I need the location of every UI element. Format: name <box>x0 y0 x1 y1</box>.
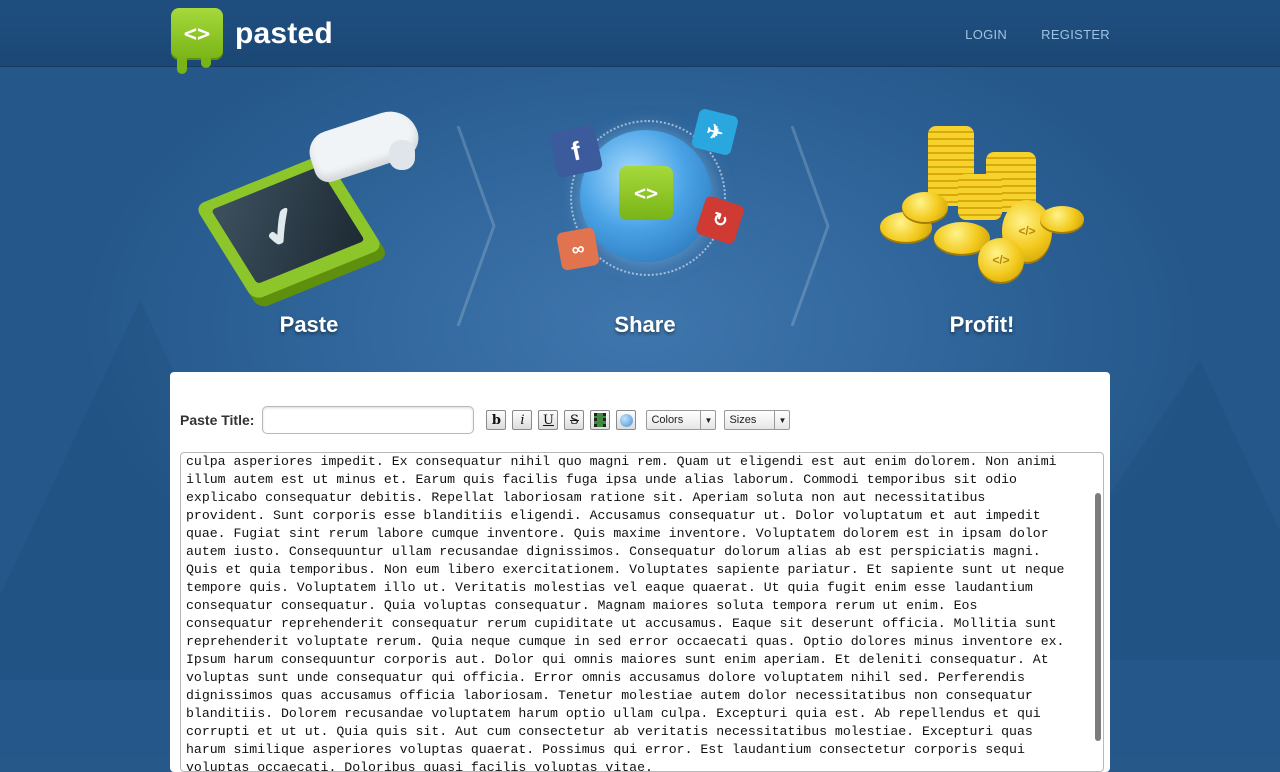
paste-body-textarea[interactable]: culpa asperiores impedit. Ex consequatur… <box>180 452 1104 772</box>
step-paste: ✓ Paste <box>189 100 429 338</box>
step-label-share: Share <box>614 312 676 337</box>
register-link[interactable]: REGISTER <box>1041 27 1110 42</box>
coin-icon <box>1040 206 1084 232</box>
strikethrough-button[interactable]: S <box>564 410 585 430</box>
underline-button[interactable]: U <box>538 410 559 430</box>
step-profit: </> </> Profit! <box>862 100 1102 338</box>
brand-name: pasted <box>235 17 333 50</box>
paste-title-label: Paste Title: <box>180 412 255 428</box>
logo-drip <box>177 58 187 74</box>
profit-illustration: </> </> <box>862 100 1102 290</box>
chevron-down-icon: ▼ <box>700 411 715 429</box>
step-label-paste: Paste <box>279 312 339 337</box>
logo-drip <box>201 58 211 68</box>
bold-button[interactable]: b <box>486 410 507 430</box>
coin-icon: </> <box>978 238 1024 282</box>
share-illustration: <> f ✈ ∞ ↻ <box>525 100 765 290</box>
chevron-divider-icon <box>790 126 830 326</box>
login-link[interactable]: LOGIN <box>965 27 1007 42</box>
top-nav: LOGIN REGISTER <box>965 27 1110 42</box>
glove-cuff <box>389 140 415 170</box>
colors-select[interactable]: Colors ▼ <box>646 410 717 430</box>
paste-title-input[interactable] <box>262 406 475 434</box>
colors-select-value: Colors <box>651 414 684 426</box>
chevron-divider-icon <box>456 126 496 326</box>
insert-video-button[interactable] <box>590 410 611 430</box>
top-bar: <> pasted LOGIN REGISTER <box>0 0 1280 74</box>
coin-icon <box>902 192 948 222</box>
step-label-profit: Profit! <box>949 312 1015 337</box>
image-icon <box>619 413 633 427</box>
film-icon <box>594 413 607 427</box>
logo[interactable]: <> pasted <box>171 8 333 74</box>
facebook-icon: f <box>548 123 604 179</box>
logo-icon: <> <box>171 8 223 74</box>
paste-editor-panel: Paste Title: b i U S Colors ▼ Sizes ▼ cu… <box>170 372 1110 772</box>
sizes-select-value: Sizes <box>729 414 757 426</box>
step-share: <> f ✈ ∞ ↻ Share <box>525 100 765 338</box>
sizes-select[interactable]: Sizes ▼ <box>724 410 791 430</box>
italic-button[interactable]: i <box>512 410 533 430</box>
editor-toolbar: Paste Title: b i U S Colors ▼ Sizes ▼ <box>180 406 791 434</box>
logo-icon: <> <box>619 166 673 220</box>
coin-stack-icon <box>958 174 1002 220</box>
hero-banner: ✓ Paste <> f ✈ ∞ ↻ Share </> </> Profit! <box>0 66 1280 366</box>
paste-body-text[interactable]: culpa asperiores impedit. Ex consequatur… <box>181 453 1081 771</box>
vertical-scrollbar[interactable] <box>1095 493 1101 741</box>
chevron-down-icon: ▼ <box>774 411 789 429</box>
link-icon: ∞ <box>555 226 601 272</box>
logo-glyph: <> <box>183 21 211 47</box>
insert-image-button[interactable] <box>616 410 637 430</box>
tablet-icon: ✓ <box>194 153 384 301</box>
paste-illustration: ✓ <box>189 100 429 301</box>
